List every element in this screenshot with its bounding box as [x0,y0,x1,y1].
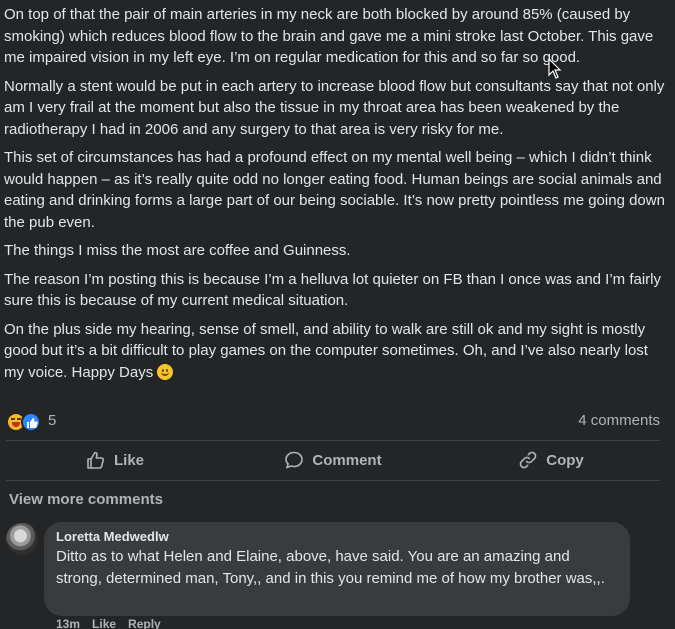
post-paragraph: The reason I’m posting this is because I… [4,270,661,310]
like-reaction-icon [21,412,41,432]
post-body: On top of that the pair of main arteries… [4,4,666,390]
comment-text: Ditto as to what Helen and Elaine, above… [56,548,605,587]
post-stats: 5 4 comments [6,411,660,433]
post-view: On top of that the pair of main arteries… [0,0,675,629]
post-paragraph: Normally a stent would be put in each ar… [4,77,665,138]
post-actions: Like Comment Copy [6,443,660,477]
like-button[interactable]: Like [6,443,224,477]
comment-button[interactable]: Comment [224,443,442,477]
reaction-count[interactable]: 5 [48,412,56,429]
post-paragraph: The things I miss the most are coffee an… [4,242,351,259]
comment-bubble: Loretta Medwedlw Ditto as to what Helen … [44,522,630,616]
comment-reply-link[interactable]: Reply [128,617,161,629]
comment-like-link[interactable]: Like [92,617,116,629]
avatar[interactable] [6,523,38,555]
like-label: Like [113,451,144,469]
post-paragraph-text: On the plus side my hearing, sense of sm… [4,320,648,381]
post-paragraph: On top of that the pair of main arteries… [4,6,654,66]
copy-label: Copy [546,451,584,469]
divider [6,440,660,441]
divider [6,480,660,481]
link-icon [519,451,537,469]
comment-meta: 13m Like Reply [56,617,161,629]
mouse-cursor-icon [548,58,562,79]
post-paragraph: On the plus side my hearing, sense of sm… [4,319,666,384]
comment-count-link[interactable]: 4 comments [578,412,660,429]
comment-author[interactable]: Loretta Medwedlw [56,528,618,545]
smile-emoji-icon [157,363,174,380]
like-thumb-icon [87,451,105,469]
view-more-comments-link[interactable]: View more comments [9,491,163,508]
comment-label: Comment [312,451,382,469]
post-paragraph: This set of circumstances has had a prof… [4,149,665,231]
comment-bubble-icon [285,451,304,469]
copy-button[interactable]: Copy [442,443,660,477]
comment-timestamp[interactable]: 13m [56,617,80,629]
